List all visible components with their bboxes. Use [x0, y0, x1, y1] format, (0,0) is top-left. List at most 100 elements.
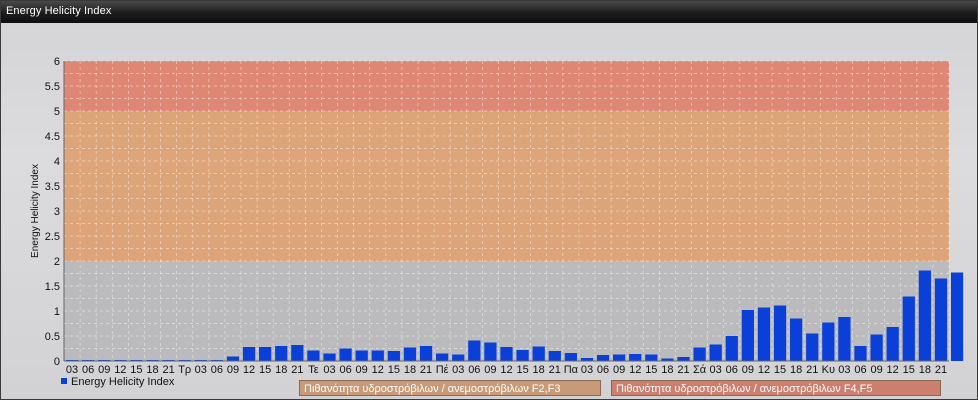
bar	[741, 310, 754, 361]
x-tick-label: 18	[533, 364, 545, 376]
x-tick-label: 06	[597, 364, 609, 376]
x-tick-label: 15	[516, 364, 528, 376]
x-tick-label: Τρ	[178, 364, 191, 376]
x-tick-label: 15	[130, 364, 142, 376]
x-tick-label: 18	[790, 364, 802, 376]
band-legend-f4f5[interactable]: Πιθανότητα υδροστρόβιλων / ανεμοστρόβιλω…	[611, 380, 941, 396]
bar	[838, 317, 851, 361]
bar	[291, 345, 304, 361]
x-tick-label: 06	[82, 364, 94, 376]
bar	[629, 354, 642, 361]
bar	[500, 347, 513, 361]
bar	[484, 342, 497, 361]
series-legend[interactable]: Energy Helicity Index	[61, 376, 174, 388]
band-legend-f4f5-label: Πιθανότητα υδροστρόβιλων / ανεμοστρόβιλω…	[616, 383, 873, 395]
x-tick-label: 06	[211, 364, 223, 376]
x-tick-label: 03	[710, 364, 722, 376]
x-tick-label: 03	[581, 364, 593, 376]
series-legend-label: Energy Helicity Index	[71, 376, 175, 388]
series-legend-swatch	[61, 378, 67, 384]
x-tick-label: 09	[98, 364, 110, 376]
x-tick-label: Πα	[564, 364, 579, 376]
bar	[693, 347, 706, 361]
y-tick-label: 1.5	[45, 281, 60, 293]
x-tick-label: 06	[854, 364, 866, 376]
x-tick-label: 15	[903, 364, 915, 376]
x-tick-label: 18	[404, 364, 416, 376]
bar	[548, 351, 561, 361]
y-tick-label: 4.5	[45, 131, 60, 143]
x-tick-label: 09	[742, 364, 754, 376]
x-tick-label: 21	[420, 364, 432, 376]
band-legend-f2f3[interactable]: Πιθανότητα υδροστρόβιλων / ανεμοστρόβιλω…	[299, 380, 601, 396]
bar	[275, 346, 288, 361]
y-tick-label: 0.5	[45, 331, 60, 343]
bar	[854, 346, 867, 361]
y-tick-label: 1	[54, 306, 60, 318]
x-tick-label: 03	[323, 364, 335, 376]
bar	[677, 357, 690, 361]
x-tick-label: Πέ	[436, 364, 449, 376]
x-tick-label: 03	[452, 364, 464, 376]
x-tick-label: 12	[114, 364, 126, 376]
bar	[564, 353, 577, 361]
x-tick-label: 12	[243, 364, 255, 376]
y-tick-label: 4	[54, 156, 60, 168]
bar	[934, 278, 948, 361]
x-tick-label: 15	[388, 364, 400, 376]
bar	[307, 350, 320, 361]
x-tick-label: 12	[629, 364, 641, 376]
bar	[259, 347, 272, 361]
bar	[725, 336, 738, 361]
x-tick-label: Σά	[693, 364, 707, 376]
y-tick-label: 2	[54, 256, 60, 268]
x-tick-label: 03	[195, 364, 207, 376]
y-tick-label: 2.5	[45, 231, 60, 243]
bar	[371, 350, 384, 361]
bar	[773, 305, 787, 361]
y-tick-label: 3	[54, 206, 60, 218]
bar	[709, 344, 722, 361]
bar	[918, 270, 931, 361]
x-tick-label: 09	[613, 364, 625, 376]
x-tick-label: 12	[500, 364, 512, 376]
bar	[822, 322, 835, 361]
y-tick-label: 5	[54, 106, 60, 118]
x-tick-label: 03	[838, 364, 850, 376]
x-tick-label: 09	[870, 364, 882, 376]
chart-window: Energy Helicity Index 0 0.5 1 1.5 2 2.5 3 3.5 4 4…	[0, 0, 978, 400]
bar	[242, 347, 256, 361]
x-tick-label: 06	[339, 364, 351, 376]
x-tick-label: 09	[484, 364, 496, 376]
x-tick-label: 15	[774, 364, 786, 376]
band-legend-f2f3-label: Πιθανότητα υδροστρόβιλων / ανεμοστρόβιλω…	[304, 383, 561, 395]
x-tick-label: Τε	[308, 364, 319, 376]
ehi-chart: 0 0.5 1 1.5 2 2.5 3 3.5 4 4.5 5 5.5 6 03 06 09 12 15 18 21 Τ…	[30, 56, 964, 376]
y-tick-label: 6	[54, 56, 60, 68]
x-tick-label: 21	[162, 364, 174, 376]
bar	[902, 296, 915, 361]
x-tick-label: 12	[758, 364, 770, 376]
bar	[226, 356, 240, 361]
x-tick-label: 21	[549, 364, 561, 376]
x-tick-label: 21	[291, 364, 303, 376]
x-tick-label: 06	[726, 364, 738, 376]
x-tick-label: 06	[468, 364, 480, 376]
bar	[323, 353, 336, 361]
x-tick-label: 18	[275, 364, 287, 376]
bar	[355, 350, 368, 361]
bar	[870, 334, 883, 361]
x-tick-label: 12	[887, 364, 899, 376]
y-tick-label: 3.5	[45, 181, 60, 193]
y-axis-title: Energy Helicity Index	[30, 164, 41, 258]
bar	[516, 350, 529, 361]
bar	[419, 346, 433, 361]
x-tick-label: 18	[661, 364, 673, 376]
y-tick-label: 0	[54, 356, 60, 368]
x-tick-label: Κυ	[822, 364, 835, 376]
y-tick-label: 5.5	[45, 81, 60, 93]
x-tick-label: 18	[146, 364, 158, 376]
bar	[436, 353, 449, 361]
bar	[403, 347, 417, 361]
x-tick-label: 09	[227, 364, 239, 376]
